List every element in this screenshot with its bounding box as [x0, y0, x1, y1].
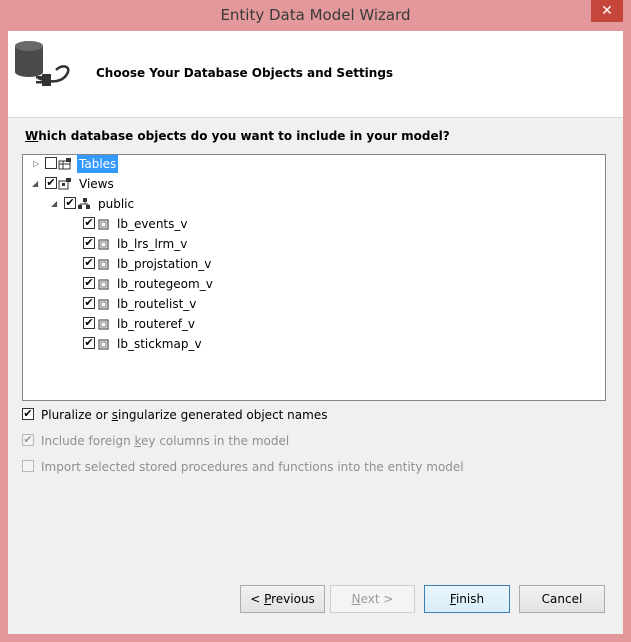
tree-view-item[interactable]: ✔ lb_lrs_lrm_v	[23, 235, 323, 253]
previous-button[interactable]: < Previous	[240, 585, 325, 613]
view-icon	[98, 299, 109, 310]
view-item-label[interactable]: lb_routegeom_v	[117, 275, 213, 293]
view-item-checkbox[interactable]: ✔	[83, 277, 95, 289]
tree-view-item[interactable]: ✔ lb_routelist_v	[23, 295, 323, 313]
tree-node-public[interactable]: ◢ ✔ public	[23, 195, 323, 213]
database-plug-icon	[15, 41, 70, 86]
view-icon	[98, 219, 109, 230]
tree-view-item[interactable]: ✔ lb_projstation_v	[23, 255, 323, 273]
window-title: Entity Data Model Wizard	[220, 6, 411, 24]
finish-button[interactable]: Finish	[424, 585, 510, 613]
table-folder-icon	[58, 158, 71, 170]
wizard-body: Choose Your Database Objects and Setting…	[8, 31, 623, 634]
tree-node-tables[interactable]: ▷ Tables	[23, 155, 323, 173]
tree-view-item[interactable]: ✔ lb_stickmap_v	[23, 335, 323, 353]
view-item-label[interactable]: lb_routelist_v	[117, 295, 196, 313]
view-item-checkbox[interactable]: ✔	[83, 217, 95, 229]
title-bar[interactable]: Entity Data Model Wizard ✕	[0, 0, 631, 30]
view-item-checkbox[interactable]: ✔	[83, 337, 95, 349]
tree-view-item[interactable]: ✔ lb_routeref_v	[23, 315, 323, 333]
view-icon	[98, 319, 109, 330]
close-button[interactable]: ✕	[591, 0, 623, 22]
public-label[interactable]: public	[98, 195, 134, 213]
tables-label[interactable]: Tables	[77, 155, 119, 173]
database-objects-tree[interactable]: ▷ Tables ◢ ✔ Views ◢ ✔ public ✔ lb_event…	[22, 154, 606, 401]
stored-procs-checkbox	[22, 460, 34, 472]
close-icon: ✕	[601, 3, 613, 19]
views-checkbox[interactable]: ✔	[45, 177, 57, 189]
tree-view-item[interactable]: ✔ lb_events_v	[23, 215, 323, 233]
pluralize-checkbox[interactable]: ✔	[22, 408, 34, 420]
view-item-label[interactable]: lb_stickmap_v	[117, 335, 202, 353]
view-icon	[98, 279, 109, 290]
view-icon	[98, 339, 109, 350]
tables-checkbox[interactable]	[45, 157, 57, 169]
view-item-checkbox[interactable]: ✔	[83, 317, 95, 329]
public-checkbox[interactable]: ✔	[64, 197, 76, 209]
objects-question: Which database objects do you want to in…	[25, 129, 450, 143]
view-icon	[98, 239, 109, 250]
view-icon	[98, 259, 109, 270]
foreign-keys-label: Include foreign key columns in the model	[41, 434, 290, 448]
view-item-label[interactable]: lb_lrs_lrm_v	[117, 235, 187, 253]
schema-icon	[78, 198, 90, 209]
page-title: Choose Your Database Objects and Setting…	[96, 66, 394, 80]
collapse-arrow-icon[interactable]: ◢	[51, 199, 60, 208]
stored-procs-label: Import selected stored procedures and fu…	[41, 460, 464, 474]
next-button: Next >	[330, 585, 415, 613]
view-item-label[interactable]: lb_events_v	[117, 215, 187, 233]
cancel-button[interactable]: Cancel	[519, 585, 605, 613]
foreign-keys-checkbox: ✔	[22, 433, 34, 446]
view-item-label[interactable]: lb_routeref_v	[117, 315, 195, 333]
view-item-checkbox[interactable]: ✔	[83, 297, 95, 309]
collapse-arrow-icon[interactable]: ◢	[32, 179, 41, 188]
tree-view-item[interactable]: ✔ lb_routegeom_v	[23, 275, 323, 293]
view-folder-icon	[58, 178, 71, 190]
view-item-checkbox[interactable]: ✔	[83, 237, 95, 249]
stored-procs-option: Import selected stored procedures and fu…	[22, 457, 482, 475]
view-item-checkbox[interactable]: ✔	[83, 257, 95, 269]
pluralize-option[interactable]: ✔ Pluralize or singularize generated obj…	[22, 405, 342, 423]
wizard-header: Choose Your Database Objects and Setting…	[8, 31, 623, 118]
wizard-window: Entity Data Model Wizard ✕ Choose Your D…	[0, 0, 631, 642]
foreign-keys-option: ✔ Include foreign key columns in the mod…	[22, 431, 322, 449]
pluralize-label[interactable]: Pluralize or singularize generated objec…	[41, 406, 327, 424]
tree-node-views[interactable]: ◢ ✔ Views	[23, 175, 323, 193]
views-label[interactable]: Views	[79, 175, 114, 193]
expand-arrow-icon[interactable]: ▷	[33, 159, 42, 168]
view-item-label[interactable]: lb_projstation_v	[117, 255, 211, 273]
